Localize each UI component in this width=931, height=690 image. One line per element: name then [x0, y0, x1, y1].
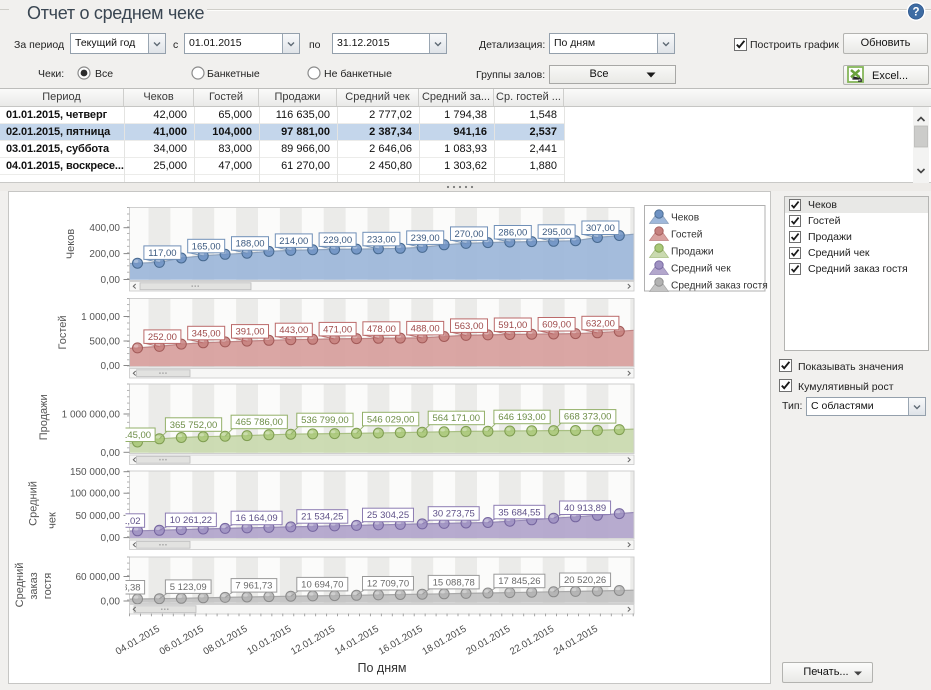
svg-text:0,00: 0,00 [101, 597, 121, 608]
svg-text:546 029,00: 546 029,00 [367, 414, 415, 425]
svg-text:Продажи: Продажи [671, 246, 714, 257]
svg-text:465 786,00: 465 786,00 [235, 417, 283, 428]
svg-text:?: ? [912, 7, 919, 19]
svg-text:50 000,00: 50 000,00 [76, 511, 121, 522]
svg-text:Чеков: Чеков [65, 229, 77, 260]
svg-text:365 752,00: 365 752,00 [170, 420, 218, 431]
svg-text:391,00: 391,00 [235, 327, 264, 338]
svg-text:668 373,00: 668 373,00 [564, 412, 612, 423]
svg-text:08.01.2015: 08.01.2015 [202, 623, 250, 657]
svg-text:Продажи: Продажи [38, 394, 50, 440]
svg-text:270,00: 270,00 [454, 229, 483, 240]
svg-text:0,00: 0,00 [101, 361, 121, 372]
svg-text:12 709,70: 12 709,70 [367, 579, 409, 590]
svg-text:609,00: 609,00 [542, 320, 571, 331]
svg-text:646 193,00: 646 193,00 [498, 412, 546, 423]
svg-text:100 000,00: 100 000,00 [70, 489, 120, 500]
svg-text:17 845,26: 17 845,26 [498, 576, 540, 587]
svg-text:1 000,00: 1 000,00 [81, 312, 120, 323]
svg-text:400,00: 400,00 [89, 223, 120, 234]
svg-text:Средний чек: Средний чек [671, 263, 731, 274]
svg-text:10 261,22: 10 261,22 [170, 515, 212, 526]
svg-text:чек: чек [47, 512, 59, 529]
svg-text:14.01.2015: 14.01.2015 [333, 623, 381, 657]
svg-text:0,00: 0,00 [101, 275, 121, 286]
svg-text:30 273,75: 30 273,75 [433, 509, 475, 520]
svg-text:2 338,38: 2 338,38 [104, 583, 141, 594]
svg-text:286,00: 286,00 [498, 228, 527, 239]
svg-text:150 000,00: 150 000,00 [70, 467, 120, 478]
svg-text:Средний: Средний [27, 481, 39, 526]
svg-text:295,00: 295,00 [542, 227, 571, 238]
svg-text:307,00: 307,00 [586, 223, 615, 234]
svg-text:229,00: 229,00 [323, 235, 352, 246]
svg-text:06.01.2015: 06.01.2015 [158, 623, 206, 657]
svg-text:1 000 000,00: 1 000 000,00 [62, 410, 121, 421]
svg-text:188,00: 188,00 [235, 239, 264, 250]
svg-text:21 534,25: 21 534,25 [301, 512, 343, 523]
svg-text:15 088,78: 15 088,78 [433, 577, 475, 588]
svg-text:12.01.2015: 12.01.2015 [289, 623, 337, 657]
svg-text:заказ: заказ [28, 572, 40, 599]
svg-text:Чеков: Чеков [671, 212, 699, 223]
svg-text:25 304,25: 25 304,25 [367, 510, 409, 521]
svg-text:16.01.2015: 16.01.2015 [377, 623, 425, 657]
svg-text:гостя: гостя [42, 573, 54, 599]
svg-text:10 694,70: 10 694,70 [301, 579, 343, 590]
svg-text:233,00: 233,00 [367, 234, 396, 245]
svg-text:5 123,09: 5 123,09 [170, 582, 207, 593]
svg-text:632,00: 632,00 [586, 318, 615, 329]
svg-text:Гостей: Гостей [57, 315, 69, 349]
svg-text:04.01.2015: 04.01.2015 [114, 623, 162, 657]
svg-text:536 799,00: 536 799,00 [301, 415, 349, 426]
svg-text:252,00: 252,00 [148, 332, 177, 343]
svg-text:165,00: 165,00 [192, 241, 221, 252]
svg-text:22.01.2015: 22.01.2015 [508, 623, 556, 657]
svg-text:16 164,09: 16 164,09 [235, 513, 277, 524]
svg-text:0,00: 0,00 [101, 448, 121, 459]
svg-text:488,00: 488,00 [411, 323, 440, 334]
svg-text:20 520,26: 20 520,26 [564, 575, 606, 586]
svg-text:18.01.2015: 18.01.2015 [421, 623, 469, 657]
svg-text:471,00: 471,00 [323, 324, 352, 335]
svg-text:175 145,00: 175 145,00 [104, 430, 152, 441]
svg-text:Средний: Средний [14, 563, 26, 608]
svg-text:20.01.2015: 20.01.2015 [464, 623, 512, 657]
svg-text:7 961,73: 7 961,73 [235, 581, 272, 592]
svg-text:60 000,00: 60 000,00 [76, 572, 121, 583]
svg-text:По дням: По дням [358, 661, 407, 675]
svg-text:564 171,00: 564 171,00 [433, 413, 481, 424]
svg-text:200,00: 200,00 [89, 249, 120, 260]
svg-text:117,00: 117,00 [148, 248, 176, 259]
svg-text:345,00: 345,00 [192, 328, 221, 339]
svg-text:24.01.2015: 24.01.2015 [552, 623, 600, 657]
svg-text:214,00: 214,00 [279, 236, 308, 247]
svg-text:478,00: 478,00 [367, 324, 396, 335]
svg-text:35 684,55: 35 684,55 [498, 507, 540, 518]
svg-text:Гостей: Гостей [671, 229, 703, 240]
svg-text:40 913,89: 40 913,89 [564, 503, 606, 514]
svg-text:239,00: 239,00 [411, 233, 440, 244]
svg-text:Средний заказ гостя: Средний заказ гостя [671, 280, 768, 291]
svg-text:443,00: 443,00 [279, 325, 308, 336]
svg-text:500,00: 500,00 [89, 337, 120, 348]
svg-text:591,00: 591,00 [498, 320, 527, 331]
svg-text:563,00: 563,00 [454, 321, 483, 332]
svg-text:0,00: 0,00 [101, 533, 121, 544]
svg-text:10.01.2015: 10.01.2015 [245, 623, 293, 657]
